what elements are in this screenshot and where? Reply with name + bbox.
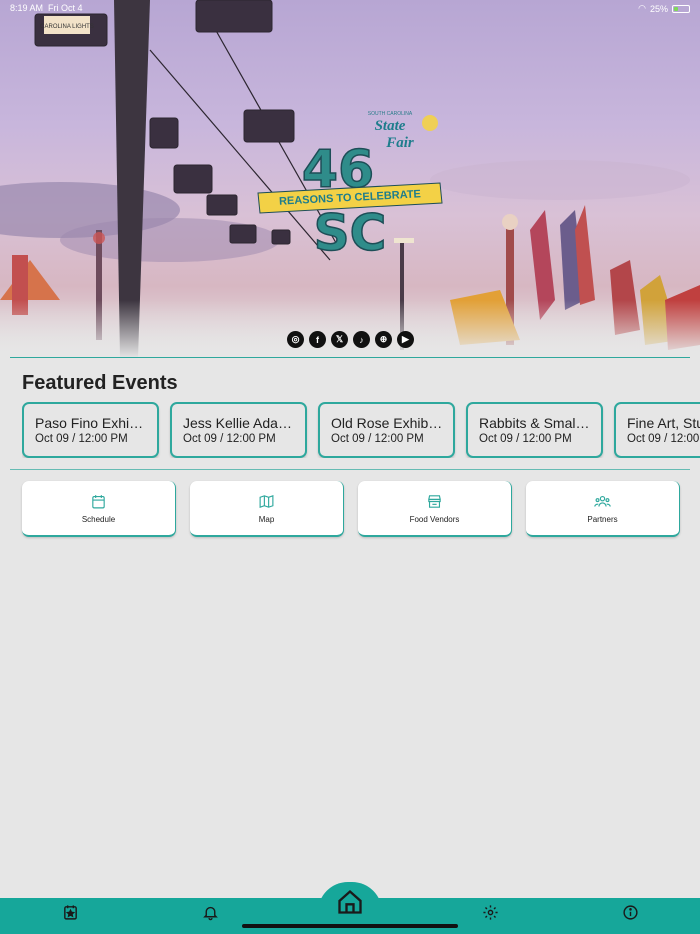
event-name: Old Rose Exhibiti...: [331, 415, 443, 431]
event-card[interactable]: Rabbits & Smalls... Oct 09 / 12:00 PM: [466, 402, 603, 458]
info-icon: [622, 904, 638, 920]
info-tab[interactable]: [620, 902, 640, 922]
status-right: ◠ 25%: [638, 3, 690, 14]
event-date: Oct 09 / 12:00 P: [627, 433, 700, 445]
action-label: Food Vendors: [409, 514, 460, 524]
quick-actions: Schedule Map Food Vendors Partners: [22, 481, 680, 537]
action-label: Map: [258, 514, 275, 524]
hero-divider: [10, 357, 690, 358]
tiktok-icon[interactable]: ♪: [353, 331, 370, 348]
wifi-icon: ◠: [638, 3, 646, 13]
svg-text:Fair: Fair: [385, 135, 414, 151]
event-card[interactable]: Paso Fino Exhibi... Oct 09 / 12:00 PM: [22, 402, 159, 458]
section-divider: [10, 469, 690, 470]
youtube-icon[interactable]: ▶: [397, 331, 414, 348]
favorites-icon: [63, 904, 77, 920]
event-date: Oct 09 / 12:00 PM: [331, 433, 424, 445]
battery-percent: 25%: [649, 3, 668, 14]
map-icon: [259, 494, 274, 508]
food-vendors-button[interactable]: Food Vendors: [358, 481, 512, 537]
action-label: Partners: [587, 514, 618, 524]
home-indicator: [242, 924, 458, 928]
facebook-icon[interactable]: f: [309, 331, 326, 348]
featured-events-title: Featured Events: [22, 372, 178, 394]
social-links: ◎ f 𝕏 ♪ ⊕ ▶: [287, 331, 414, 348]
svg-text:State: State: [375, 118, 406, 134]
action-label: Schedule: [81, 514, 116, 524]
event-card[interactable]: Jess Kellie Adams Oct 09 / 12:00 PM: [170, 402, 307, 458]
battery-icon: [672, 4, 690, 13]
settings-tab[interactable]: [480, 902, 500, 922]
event-card[interactable]: Old Rose Exhibiti... Oct 09 / 12:00 PM: [318, 402, 455, 458]
event-date: Oct 09 / 12:00 PM: [479, 433, 572, 445]
partners-button[interactable]: Partners: [526, 481, 680, 537]
home-tab[interactable]: [334, 886, 366, 918]
event-date: Oct 09 / 12:00 PM: [183, 433, 276, 445]
notifications-tab[interactable]: [200, 902, 220, 922]
state-fair-logo: SOUTH CAROLINA State Fair 46 REASONS TO …: [257, 111, 443, 255]
favorites-tab[interactable]: [60, 902, 80, 922]
svg-text:SOUTH CAROLINA: SOUTH CAROLINA: [368, 111, 413, 117]
featured-events-carousel[interactable]: Paso Fino Exhibi... Oct 09 / 12:00 PM Jess…: [22, 402, 700, 458]
x-icon[interactable]: 𝕏: [331, 331, 348, 348]
event-name: Jess Kellie Adams: [183, 415, 295, 431]
hero-banner: CAROLINA LIGHTS SOUTH CAROLINA State Fai…: [0, 0, 700, 358]
storefront-icon: [428, 494, 441, 508]
svg-text:SC: SC: [314, 204, 387, 255]
calendar-icon: [92, 494, 105, 508]
svg-text:CAROLINA LIGHTS: CAROLINA LIGHTS: [40, 24, 94, 30]
event-name: Paso Fino Exhibi...: [35, 415, 147, 431]
event-name: Fine Art, Stud: [627, 415, 700, 431]
event-date: Oct 09 / 12:00 PM: [35, 433, 128, 445]
gear-icon: [482, 904, 498, 920]
home-icon: [338, 889, 362, 914]
event-card[interactable]: Fine Art, Stud Oct 09 / 12:00 P: [614, 402, 700, 458]
event-name: Rabbits & Smalls...: [479, 415, 591, 431]
schedule-button[interactable]: Schedule: [22, 481, 176, 537]
instagram-icon[interactable]: ◎: [287, 331, 304, 348]
status-bar: 8:19 AM Fri Oct 4 ◠ 25%: [0, 0, 700, 18]
bell-icon: [202, 906, 218, 920]
status-time: 8:19 AM Fri Oct 4: [10, 3, 83, 13]
people-icon: [594, 495, 611, 507]
map-button[interactable]: Map: [190, 481, 344, 537]
website-icon[interactable]: ⊕: [375, 331, 392, 348]
